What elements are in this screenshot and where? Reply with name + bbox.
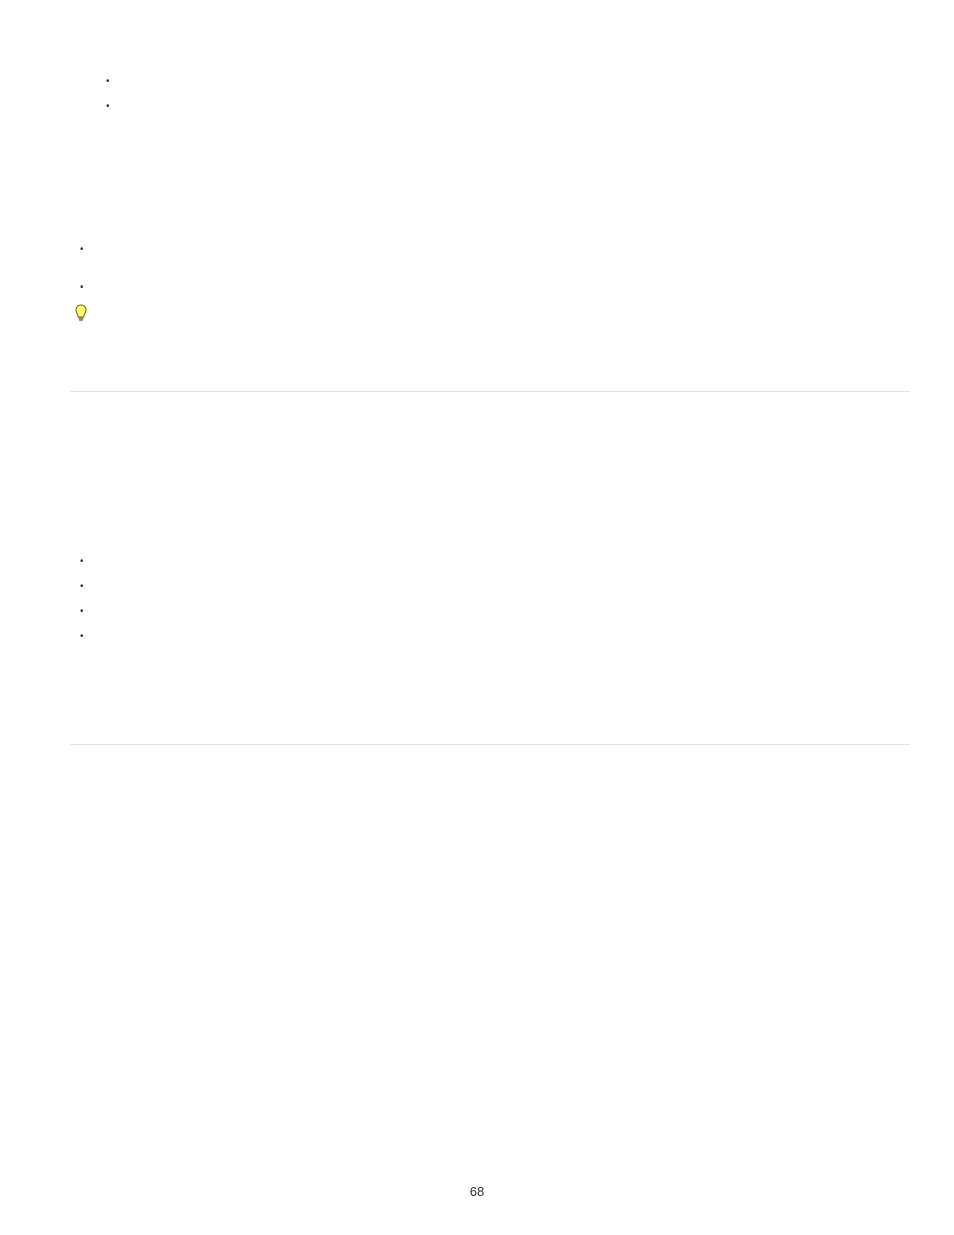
list-item: [80, 577, 909, 602]
list-item: [80, 627, 909, 652]
bullet-list-1: [106, 70, 909, 120]
list-item: [80, 278, 909, 316]
bullet-list-2: [80, 240, 909, 316]
divider-2: [70, 744, 910, 745]
list-item: [106, 70, 909, 95]
list-item: [80, 552, 909, 577]
bullet-list-3: [80, 552, 909, 652]
divider-1: [70, 391, 910, 392]
list-item: [80, 602, 909, 627]
list-item: [80, 240, 909, 278]
list-item: [106, 95, 909, 120]
page-content: [0, 0, 954, 745]
page-number: 68: [0, 1184, 954, 1199]
